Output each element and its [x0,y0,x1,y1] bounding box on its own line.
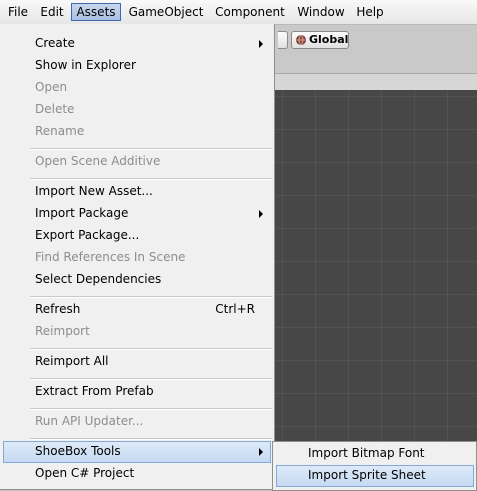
menu-item-run-api-updater: Run API Updater... [3,411,271,433]
menu-separator [30,438,272,440]
menu-separator [30,378,272,380]
menu-assets[interactable]: Assets [71,3,121,21]
menu-separator [30,178,272,180]
menu-item-import-package[interactable]: Import Package [3,203,271,225]
scene-tab-bar [274,73,477,91]
pivot-toggle-button[interactable] [278,31,288,49]
menu-item-import-bitmap-font[interactable]: Import Bitmap Font [276,443,474,465]
globe-icon [296,35,306,45]
menu-item-label: Import Sprite Sheet [308,468,426,482]
menu-separator [30,296,272,298]
menu-item-label: Create [35,36,75,50]
menu-separator [30,408,272,410]
menu-bar: File Edit Assets GameObject Component Wi… [0,0,477,25]
menu-item-label: Delete [35,102,75,116]
menu-item-label: Import New Asset... [35,184,153,198]
global-toggle-button[interactable]: Global [291,31,349,49]
menu-item-open-csharp-project[interactable]: Open C# Project [3,463,271,485]
menu-item-label: Find References In Scene [35,250,186,264]
menu-item-refresh[interactable]: Refresh Ctrl+R [3,299,271,321]
menu-item-create[interactable]: Create [3,33,271,55]
menu-item-label: Rename [35,124,85,138]
shortcut-label: Ctrl+R [215,302,255,316]
menu-item-rename: Rename [3,121,271,143]
menu-item-label: Open [35,80,68,94]
submenu-arrow-icon [259,210,263,218]
menu-item-label: Select Dependencies [35,272,162,286]
submenu-arrow-icon [259,40,263,48]
assets-menu: Create Show in Explorer Open Delete Rena… [0,24,275,490]
menu-window[interactable]: Window [293,3,349,21]
menu-gameobject[interactable]: GameObject [125,3,207,21]
menu-item-label: Import Package [35,206,129,220]
shoebox-tools-submenu: Import Bitmap Font Import Sprite Sheet [272,441,477,491]
menu-item-reimport: Reimport [3,321,271,343]
global-label: Global [309,33,349,46]
menu-item-label: Import Bitmap Font [308,446,425,460]
menu-item-import-sprite-sheet[interactable]: Import Sprite Sheet [276,465,474,487]
menu-item-find-references: Find References In Scene [3,247,271,269]
menu-item-extract-from-prefab[interactable]: Extract From Prefab [3,381,271,403]
menu-help[interactable]: Help [353,3,387,21]
menu-edit[interactable]: Edit [36,3,68,21]
menu-item-label: Refresh [35,302,81,316]
menu-item-label: Extract From Prefab [35,384,154,398]
menu-item-label: ShoeBox Tools [35,444,121,458]
menu-item-reimport-all[interactable]: Reimport All [3,351,271,373]
menu-item-shoebox-tools[interactable]: ShoeBox Tools [3,441,271,463]
menu-item-open: Open [3,77,271,99]
menu-item-export-package[interactable]: Export Package... [3,225,271,247]
menu-item-delete: Delete [3,99,271,121]
menu-item-label: Run API Updater... [35,414,144,428]
menu-file[interactable]: File [4,3,32,21]
menu-separator [30,348,272,350]
menu-component[interactable]: Component [212,3,288,21]
scene-view[interactable] [274,90,477,491]
menu-item-label: Open C# Project [35,466,135,480]
menu-separator [30,148,272,150]
menu-item-open-scene-additive: Open Scene Additive [3,151,271,173]
submenu-arrow-icon [259,448,263,456]
menu-item-select-dependencies[interactable]: Select Dependencies [3,269,271,291]
menu-item-label: Open Scene Additive [35,154,161,168]
menu-item-label: Export Package... [35,228,140,242]
menu-item-label: Reimport All [35,354,109,368]
menu-item-label: Show in Explorer [35,58,136,72]
menu-item-show-in-explorer[interactable]: Show in Explorer [3,55,271,77]
menu-item-import-new-asset[interactable]: Import New Asset... [3,181,271,203]
menu-item-label: Reimport [35,324,90,338]
